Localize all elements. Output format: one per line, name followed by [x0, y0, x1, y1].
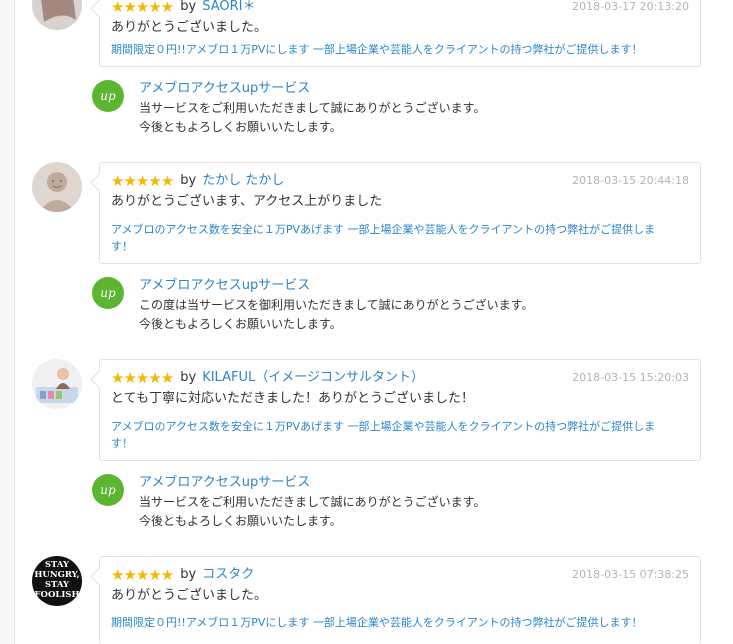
photo-avatar-icon	[32, 0, 82, 30]
seller-avatar-icon[interactable]: up	[92, 474, 124, 506]
review-comment: ありがとうございました。	[111, 588, 268, 603]
default-user-icon	[32, 162, 82, 212]
service-link[interactable]: アメブロのアクセス数を安全に１万PVあげます 一部上場企業や芸能人をクライアント…	[111, 221, 691, 255]
review-card: ★★★★★ by コスタク 2018-03-15 07:38:25 ありがとうご…	[99, 556, 701, 644]
seller-avatar-icon[interactable]: up	[92, 277, 124, 309]
by-label: by	[180, 567, 197, 582]
reply-text-line: 今後ともよろしくお願いいたします。	[139, 317, 342, 331]
review-date: 2018-03-15 07:38:25	[572, 568, 689, 581]
seller-avatar-icon[interactable]: up	[92, 80, 124, 112]
rating-stars: ★★★★★	[111, 566, 174, 584]
service-link[interactable]: 期間限定０円!!アメブロ１万PVにします 一部上場企業や芸能人をクライアントの持…	[111, 41, 691, 58]
by-label: by	[180, 370, 197, 385]
photo-avatar-icon	[32, 359, 82, 409]
by-label: by	[180, 0, 197, 14]
review-comment: ありがとうございます、アクセス上がりました	[111, 194, 383, 209]
reviewer-name-link[interactable]: SAORI＊	[202, 0, 255, 16]
reviewer-name-link[interactable]: コスタク	[202, 566, 254, 584]
reviewer-avatar[interactable]	[32, 162, 82, 212]
seller-name-link[interactable]: アメブロアクセスupサービス	[139, 277, 310, 295]
rating-stars: ★★★★★	[111, 172, 174, 190]
review-date: 2018-03-15 20:44:18	[572, 174, 689, 187]
service-link[interactable]: アメブロのアクセス数を安全に１万PVあげます 一部上場企業や芸能人をクライアント…	[111, 418, 691, 452]
review-card: ★★★★★ by たかし たかし 2018-03-15 20:44:18 ありが…	[99, 162, 701, 264]
review-comment: とても丁寧に対応いただきました！ありがとうございました！	[111, 391, 474, 406]
reviewer-name-link[interactable]: たかし たかし	[202, 172, 284, 190]
reply-text-line: 当サービスをご利用いただきまして誠にありがとうございます。	[139, 101, 486, 115]
avatar-motto-graphic: STAY HUNGRY, STAY FOOLISH	[34, 560, 80, 600]
reply-text-line: 当サービスをご利用いただきまして誠にありがとうございます。	[139, 495, 486, 509]
rating-stars: ★★★★★	[111, 0, 174, 16]
reviewer-avatar[interactable]	[32, 0, 82, 30]
service-link[interactable]: 期間限定０円!!アメブロ１万PVにします 一部上場企業や芸能人をクライアントの持…	[111, 614, 691, 631]
review-card: ★★★★★ by SAORI＊ 2018-03-17 20:13:20 ありがと…	[99, 0, 701, 67]
reply-text-line: 今後ともよろしくお願いいたします。	[139, 514, 342, 528]
review-date: 2018-03-15 15:20:03	[572, 371, 689, 384]
reviewer-avatar[interactable]	[32, 359, 82, 409]
reply-text-line: 今後ともよろしくお願いいたします。	[139, 120, 342, 134]
review-comment: ありがとうございました。	[111, 20, 268, 35]
review-date: 2018-03-17 20:13:20	[572, 0, 689, 13]
reply-text-line: この度は当サービスを御利用いただきまして誠にありがとうございます。	[139, 298, 534, 312]
reviewer-avatar[interactable]: STAY HUNGRY, STAY FOOLISH	[32, 556, 82, 606]
seller-name-link[interactable]: アメブロアクセスupサービス	[139, 474, 310, 492]
by-label: by	[180, 173, 197, 188]
reviewer-name-link[interactable]: KILAFUL（イメージコンサルタント）	[202, 369, 424, 387]
seller-name-link[interactable]: アメブロアクセスupサービス	[139, 80, 310, 98]
review-card: ★★★★★ by KILAFUL（イメージコンサルタント） 2018-03-15…	[99, 359, 701, 461]
rating-stars: ★★★★★	[111, 369, 174, 387]
